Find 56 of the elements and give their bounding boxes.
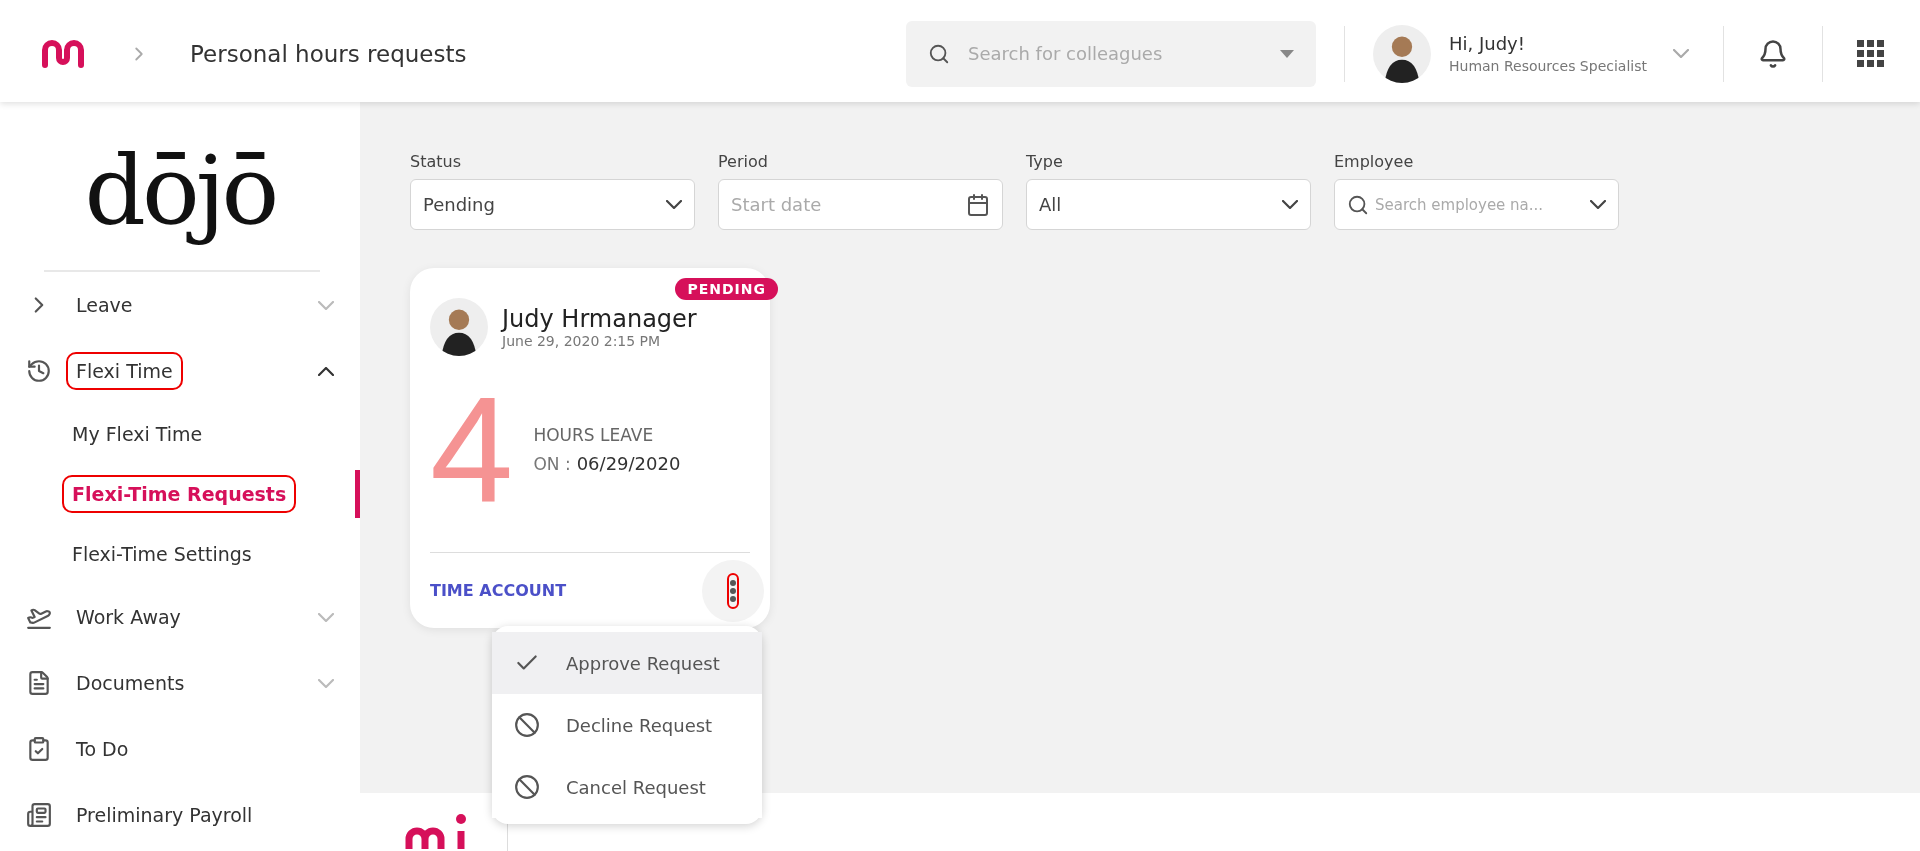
- sidebar-subitem[interactable]: Flexi-Time Requests: [0, 464, 360, 524]
- sidebar-item[interactable]: Preliminary Payroll: [0, 782, 360, 848]
- sidebar-item[interactable]: Work Away: [0, 584, 360, 650]
- select-field[interactable]: All: [1026, 179, 1311, 230]
- date-input[interactable]: Start date: [731, 194, 960, 215]
- sidebar-item[interactable]: Leave: [0, 272, 360, 338]
- user-greeting: Hi, Judy!: [1449, 33, 1526, 54]
- brand-logo: dōjō: [83, 134, 277, 249]
- search-icon: [928, 42, 950, 65]
- filter-label: Employee: [1334, 152, 1415, 171]
- history-icon: [26, 358, 52, 384]
- chevron-down-icon: [1590, 200, 1606, 209]
- chevron-down-icon: [1282, 200, 1298, 209]
- select-field[interactable]: Pending: [410, 179, 695, 230]
- bell-icon: [1758, 38, 1788, 69]
- footer-logo-icon: [405, 813, 467, 849]
- sidebar-subitem[interactable]: Flexi-Time Settings: [0, 524, 360, 584]
- more-vertical-icon: [729, 578, 737, 603]
- chevron-down-icon: [666, 200, 682, 209]
- search-field[interactable]: Search employee na...: [1334, 179, 1619, 230]
- menu-item[interactable]: Approve Request: [492, 632, 762, 694]
- prohibited-icon: [514, 712, 540, 738]
- menu-item[interactable]: Cancel Request: [492, 756, 762, 818]
- on-label: ON :: [533, 453, 571, 474]
- hours-count: 4: [430, 374, 514, 524]
- status-badge: PENDING: [675, 278, 778, 300]
- prohibited-icon: [514, 774, 540, 800]
- active-indicator: [355, 470, 360, 518]
- search-icon: [1347, 193, 1369, 216]
- sidebar-item[interactable]: Flexi Time: [0, 338, 360, 404]
- grid-icon: [1857, 40, 1884, 67]
- logo-icon: [42, 39, 84, 68]
- employee-name: Judy Hrmanager: [502, 305, 697, 333]
- clipboard-check-icon: [26, 736, 52, 762]
- date-field[interactable]: Start date: [718, 179, 1003, 230]
- filter-label: Period: [718, 152, 769, 171]
- newspaper-icon: [26, 802, 52, 828]
- sidebar-item[interactable]: To Do: [0, 716, 360, 782]
- leave-date: 06/29/2020: [576, 452, 681, 474]
- calendar-icon: [966, 192, 990, 217]
- filter-label: Type: [1026, 152, 1064, 171]
- sidebar-item[interactable]: Documents: [0, 650, 360, 716]
- search-field[interactable]: Search for colleagues: [906, 20, 1316, 87]
- request-timestamp: June 29, 2020 2:15 PM: [502, 333, 662, 349]
- chevron-down-icon: [1673, 49, 1689, 58]
- page-title: Personal hours requests: [190, 40, 467, 67]
- user-role: Human Resources Specialist: [1449, 58, 1647, 74]
- filter-label: Status: [410, 152, 462, 171]
- sidebar-subitem[interactable]: My Flexi Time: [0, 404, 360, 464]
- document-icon: [26, 670, 52, 696]
- menu-item[interactable]: Decline Request: [492, 694, 762, 756]
- search-input[interactable]: Search employee na...: [1375, 195, 1584, 214]
- hours-label: HOURS LEAVE: [533, 424, 655, 445]
- dropdown-icon: [1280, 49, 1294, 58]
- search-input[interactable]: Search for colleagues: [966, 42, 1264, 65]
- time-account-link[interactable]: TIME ACCOUNT: [430, 581, 567, 600]
